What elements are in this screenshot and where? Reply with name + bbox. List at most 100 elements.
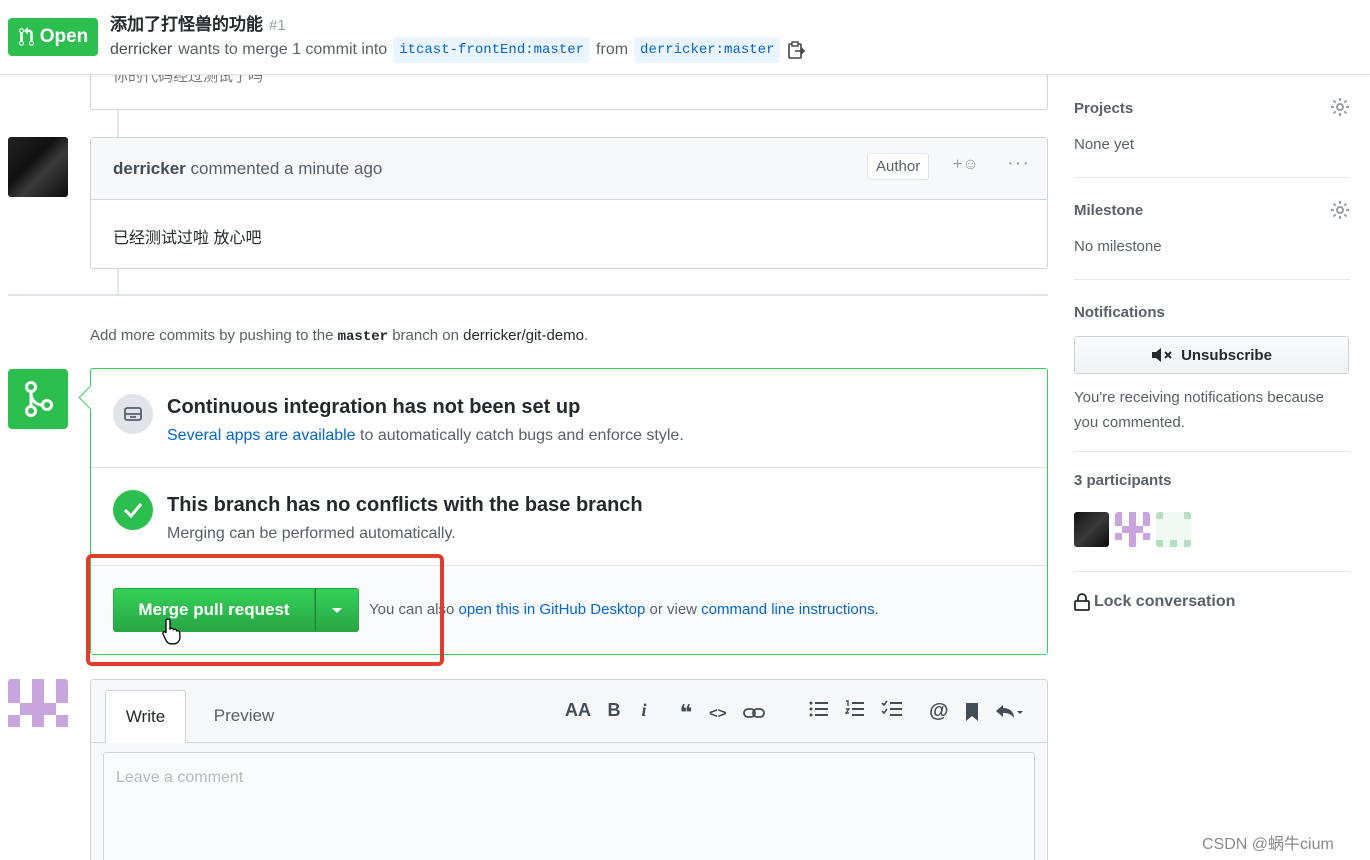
timeline-divider	[8, 294, 1048, 296]
link-icon[interactable]	[742, 705, 765, 721]
more-options-icon[interactable]: ···	[1007, 152, 1030, 175]
notifications-label: Notifications	[1074, 304, 1165, 321]
comment-textarea-wrap	[103, 752, 1035, 860]
merge-hint-prefix: You can also	[369, 601, 455, 618]
ci-server-icon	[113, 394, 153, 434]
base-branch[interactable]: itcast-frontEnd:master	[393, 37, 591, 63]
push-hint: Add more commits by pushing to the maste…	[90, 327, 588, 345]
tab-preview[interactable]: Preview	[196, 690, 292, 742]
toolbar-insert-group: ❝ <>	[679, 700, 765, 726]
merge-hint-middle: or view	[649, 601, 697, 618]
watermark: CSDN @蜗牛cium	[1202, 836, 1334, 853]
push-hint-prefix: Add more commits by pushing to the	[90, 327, 334, 344]
state-badge-open: Open	[8, 18, 98, 56]
clipboard-icon[interactable]	[786, 40, 806, 60]
author-badge: Author	[867, 153, 930, 180]
comment-header: derricker commented a minute ago Author …	[91, 138, 1047, 200]
ci-text: to automatically catch bugs and enforce …	[360, 427, 684, 444]
pr-author-link[interactable]: derricker	[110, 41, 172, 59]
comment-meta: derricker commented a minute ago	[113, 159, 382, 179]
tab-strip	[91, 742, 1047, 743]
conflict-title: This branch has no conflicts with the ba…	[167, 494, 643, 516]
code-icon[interactable]: <>	[709, 705, 727, 722]
github-desktop-link[interactable]: open this in GitHub Desktop	[459, 601, 646, 618]
milestone-label[interactable]: Milestone	[1074, 202, 1143, 219]
toolbar-text-group: AA B i	[565, 700, 651, 721]
projects-gear-icon[interactable]	[1330, 97, 1350, 117]
hand-cursor-icon	[162, 618, 181, 645]
command-line-link[interactable]: command line instructions	[701, 601, 874, 618]
projects-value: None yet	[1074, 136, 1135, 153]
unordered-list-icon[interactable]	[809, 700, 829, 718]
comment-time[interactable]: commented a minute ago	[191, 159, 383, 178]
timeline-line	[117, 110, 119, 137]
sidebar-milestone: Milestone No milestone	[1074, 178, 1350, 280]
ci-title: Continuous integration has not been set …	[167, 396, 581, 418]
push-hint-suffix: .	[583, 327, 589, 344]
comment-card: derricker commented a minute ago Author …	[90, 137, 1048, 269]
page-title: 添加了打怪兽的功能 #1	[110, 10, 286, 35]
new-comment-form: Write Preview AA B i ❝ <> @	[90, 679, 1048, 860]
comment-textarea[interactable]	[104, 753, 1034, 860]
lock-conversation-label: Lock conversation	[1094, 593, 1236, 610]
pr-meta: derricker wants to merge 1 commit into i…	[110, 37, 806, 63]
sidebar-projects: Projects None yet	[1074, 75, 1350, 178]
head-branch[interactable]: derricker:master	[634, 37, 781, 63]
push-hint-repo[interactable]: derricker/git-demo	[463, 327, 584, 344]
comment-author-link[interactable]: derricker	[113, 159, 186, 178]
bookmark-icon[interactable]	[965, 702, 979, 722]
italic-icon[interactable]: i	[637, 700, 651, 721]
mention-icon[interactable]: @	[929, 700, 949, 723]
conflict-status-section: This branch has no conflicts with the ba…	[91, 468, 1047, 566]
check-icon	[113, 490, 153, 530]
add-reaction-icon[interactable]: +☺	[953, 156, 979, 174]
git-pull-request-icon	[18, 27, 34, 46]
bold-icon[interactable]: B	[607, 700, 621, 721]
from-text: from	[596, 41, 629, 58]
push-hint-branch: master	[337, 329, 389, 345]
projects-label[interactable]: Projects	[1074, 100, 1133, 117]
sidebar: Projects None yet Milestone No milestone…	[1074, 75, 1350, 611]
several-apps-link[interactable]: Several apps	[167, 427, 260, 444]
toolbar-misc-group: @	[929, 700, 1025, 723]
toolbar-list-group	[809, 700, 903, 718]
merge-box: Continuous integration has not been set …	[90, 368, 1048, 655]
ci-status-section: Continuous integration has not been set …	[91, 369, 1047, 468]
milestone-value: No milestone	[1074, 238, 1162, 255]
merge-pull-request-button[interactable]: Merge pull request	[113, 588, 315, 632]
git-merge-icon	[8, 369, 68, 429]
comment-body: 已经测试过啦 放心吧	[113, 230, 262, 247]
mute-icon	[1152, 348, 1172, 362]
task-list-icon[interactable]	[881, 700, 903, 718]
unsubscribe-label: Unsubscribe	[1181, 346, 1272, 364]
pr-meta-text: wants to merge 1 commit into	[178, 41, 388, 58]
avatar-derricker[interactable]	[8, 137, 68, 197]
lock-conversation-button[interactable]: Lock conversation	[1074, 593, 1235, 611]
are-available-link[interactable]: are available	[265, 427, 356, 444]
pr-number: #1	[269, 17, 286, 34]
participants-label: 3 participants	[1074, 472, 1172, 489]
notifications-note: You're receiving notifications because y…	[1074, 389, 1324, 431]
timeline-line	[117, 269, 119, 294]
merge-method-dropdown[interactable]	[315, 588, 359, 632]
pr-header: Open 添加了打怪兽的功能 #1 derricker wants to merg…	[0, 0, 1370, 75]
heading-icon[interactable]: AA	[565, 700, 591, 721]
unsubscribe-button[interactable]: Unsubscribe	[1074, 336, 1349, 374]
push-hint-middle: branch on	[392, 327, 459, 344]
participant-avatar-1[interactable]	[1074, 512, 1109, 547]
ordered-list-icon[interactable]	[845, 700, 865, 718]
avatar-current-user[interactable]	[8, 679, 68, 739]
state-label: Open	[39, 26, 89, 47]
lock-icon	[1074, 593, 1090, 611]
milestone-gear-icon[interactable]	[1330, 200, 1350, 220]
caret-down-icon	[332, 607, 342, 613]
merge-hint-suffix: .	[874, 601, 879, 618]
participant-avatar-3[interactable]	[1156, 512, 1191, 547]
merge-hint: You can also open this in GitHub Desktop…	[369, 601, 879, 618]
conflict-subtitle: Merging can be performed automatically.	[167, 525, 456, 542]
quote-icon[interactable]: ❝	[679, 700, 693, 726]
participant-avatar-2[interactable]	[1115, 512, 1150, 547]
tab-write[interactable]: Write	[105, 690, 186, 743]
reply-icon[interactable]	[995, 703, 1025, 721]
pr-title-text: 添加了打怪兽的功能	[110, 15, 263, 34]
